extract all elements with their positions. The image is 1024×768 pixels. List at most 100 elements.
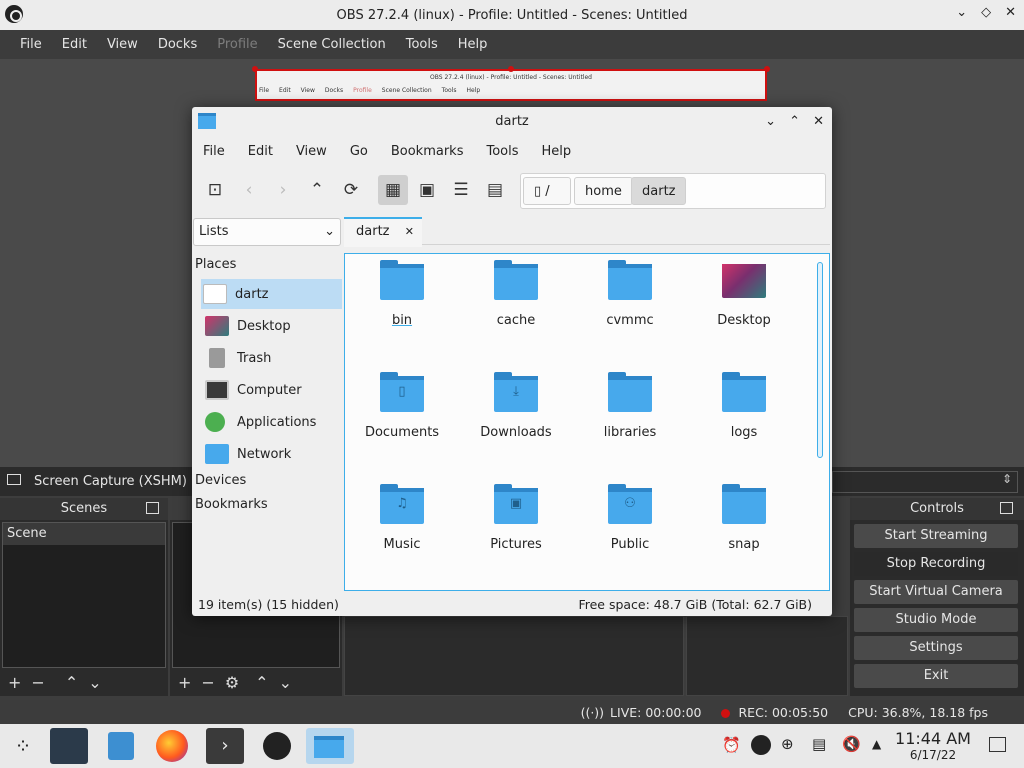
add-icon[interactable]: + [178,673,191,692]
obs-taskbar-icon[interactable] [258,728,294,764]
folder-item[interactable]: ▯ Documents [352,372,452,440]
split-view-icon[interactable]: ▤ [480,175,510,205]
icons-view-icon[interactable]: ▦ [378,175,408,205]
menu-tools[interactable]: Tools [479,144,525,159]
breadcrumb-root[interactable]: ▯ / [523,177,571,205]
folder-item[interactable]: ⤓ Downloads [466,372,566,440]
scene-item[interactable]: Scene [3,523,165,545]
folder-item[interactable]: cache [466,260,566,328]
obs-tray-icon[interactable] [751,735,771,755]
undock-icon[interactable] [1000,502,1013,514]
folder-item[interactable]: cvmmc [580,260,680,328]
view-mode-select[interactable]: Lists ⌄ [193,218,341,246]
update-icon[interactable]: ⊕ [781,735,794,753]
maximize-icon[interactable]: ⌃ [789,107,800,136]
clock[interactable]: 11:44 AM 6/17/22 [893,730,973,763]
close-icon[interactable]: ✕ [813,107,824,136]
source-dropdown[interactable] [832,471,1018,493]
menu-file[interactable]: File [10,37,52,52]
undock-icon[interactable] [146,502,159,514]
folder-icon [608,260,652,300]
breadcrumb-home[interactable]: home [574,177,633,205]
menu-help[interactable]: Help [448,37,498,52]
place-applications[interactable]: Applications [203,407,342,437]
minimize-icon[interactable]: ⌄ [956,5,967,20]
move-up-icon[interactable]: ⌃ [65,673,78,692]
folder-item[interactable]: ⚇ Public [580,484,680,552]
close-tab-icon[interactable]: ✕ [405,219,414,245]
volume-muted-icon[interactable]: 🔇 [842,735,861,753]
clipboard-icon[interactable]: ▤ [812,735,826,753]
menu-docks[interactable]: Docks [148,37,207,52]
exit-button[interactable]: Exit [854,664,1018,688]
close-icon[interactable]: ✕ [1005,5,1016,20]
tab-dartz[interactable]: dartz ✕ [344,217,422,247]
menu-edit[interactable]: Edit [52,37,97,52]
folder-item[interactable]: logs [694,372,794,440]
folder-item[interactable]: ♫ Music [352,484,452,552]
discover-icon[interactable] [108,732,134,760]
move-up-icon[interactable]: ⌃ [255,673,268,692]
folder-item[interactable]: Desktop [694,260,794,328]
back-icon[interactable]: ‹ [234,175,264,205]
place-dartz[interactable]: dartz [201,279,342,309]
add-icon[interactable]: + [8,673,21,692]
place-trash[interactable]: Trash [203,343,342,373]
app-launcher-icon[interactable]: ⁘ [4,728,42,764]
folder-item[interactable]: ▣ Pictures [466,484,566,552]
start-streaming-button[interactable]: Start Streaming [854,524,1018,548]
terminal-icon[interactable]: › [206,728,244,764]
tray-expand-icon[interactable]: ▲ [872,737,881,751]
up-icon[interactable]: ⌃ [302,175,332,205]
move-down-icon[interactable]: ⌄ [279,673,292,692]
preview-icon[interactable]: ▣ [412,175,442,205]
file-view[interactable]: bin cache cvmmc Desktop ▯ Documents ⤓ Down… [344,253,830,591]
resize-handle[interactable] [764,66,770,72]
dolphin-taskbar-icon[interactable] [306,728,354,764]
places-header: Places [195,257,237,272]
folder-item[interactable]: libraries [580,372,680,440]
free-space: Free space: 48.7 GiB (Total: 62.7 GiB) [578,597,812,612]
menu-view[interactable]: View [97,37,148,52]
menu-edit[interactable]: Edit [241,144,280,159]
folder-icon [494,260,538,300]
minimize-icon[interactable]: ⌄ [765,107,776,136]
settings-button[interactable]: Settings [854,636,1018,660]
gear-icon[interactable]: ⚙ [225,673,239,692]
menu-tools[interactable]: Tools [396,37,448,52]
restore-icon[interactable]: ◇ [981,5,991,20]
notification-bell-icon[interactable]: ⏰ [722,736,741,754]
reload-icon[interactable]: ⟳ [336,175,366,205]
remove-icon[interactable]: − [31,673,44,692]
remove-icon[interactable]: − [201,673,214,692]
resize-handle[interactable] [252,66,258,72]
stop-recording-button[interactable]: Stop Recording [854,552,1018,576]
move-down-icon[interactable]: ⌄ [88,673,101,692]
start-virtual-camera-button[interactable]: Start Virtual Camera [854,580,1018,604]
menu-profile[interactable]: Profile [207,37,267,52]
preview-capture[interactable]: OBS 27.2.4 (linux) - Profile: Untitled -… [255,69,767,101]
menu-scene-collection[interactable]: Scene Collection [268,37,396,52]
menu-view[interactable]: View [289,144,334,159]
forward-icon[interactable]: › [268,175,298,205]
menu-help[interactable]: Help [535,144,579,159]
menu-file[interactable]: File [196,144,232,159]
system-settings-icon[interactable] [50,728,88,764]
firefox-icon[interactable] [156,730,188,762]
breadcrumb-current[interactable]: dartz [631,177,687,205]
show-desktop-icon[interactable] [989,737,1006,752]
folder-item[interactable]: snap [694,484,794,552]
place-computer[interactable]: Computer [203,375,342,405]
details-view-icon[interactable]: ☰ [446,175,476,205]
resize-handle[interactable] [508,66,514,72]
obs-statusbar: ((·)) LIVE: 00:00:00 REC: 00:05:50 CPU: 3… [0,700,1024,724]
menu-bookmarks[interactable]: Bookmarks [384,144,471,159]
place-desktop[interactable]: Desktop [203,311,342,341]
scrollbar[interactable] [817,262,823,458]
folder-item[interactable]: bin [352,260,452,328]
new-window-icon[interactable]: ⊡ [200,175,230,205]
place-network[interactable]: Network [203,439,342,469]
item-count: 19 item(s) (15 hidden) [198,597,339,612]
studio-mode-button[interactable]: Studio Mode [854,608,1018,632]
menu-go[interactable]: Go [343,144,375,159]
